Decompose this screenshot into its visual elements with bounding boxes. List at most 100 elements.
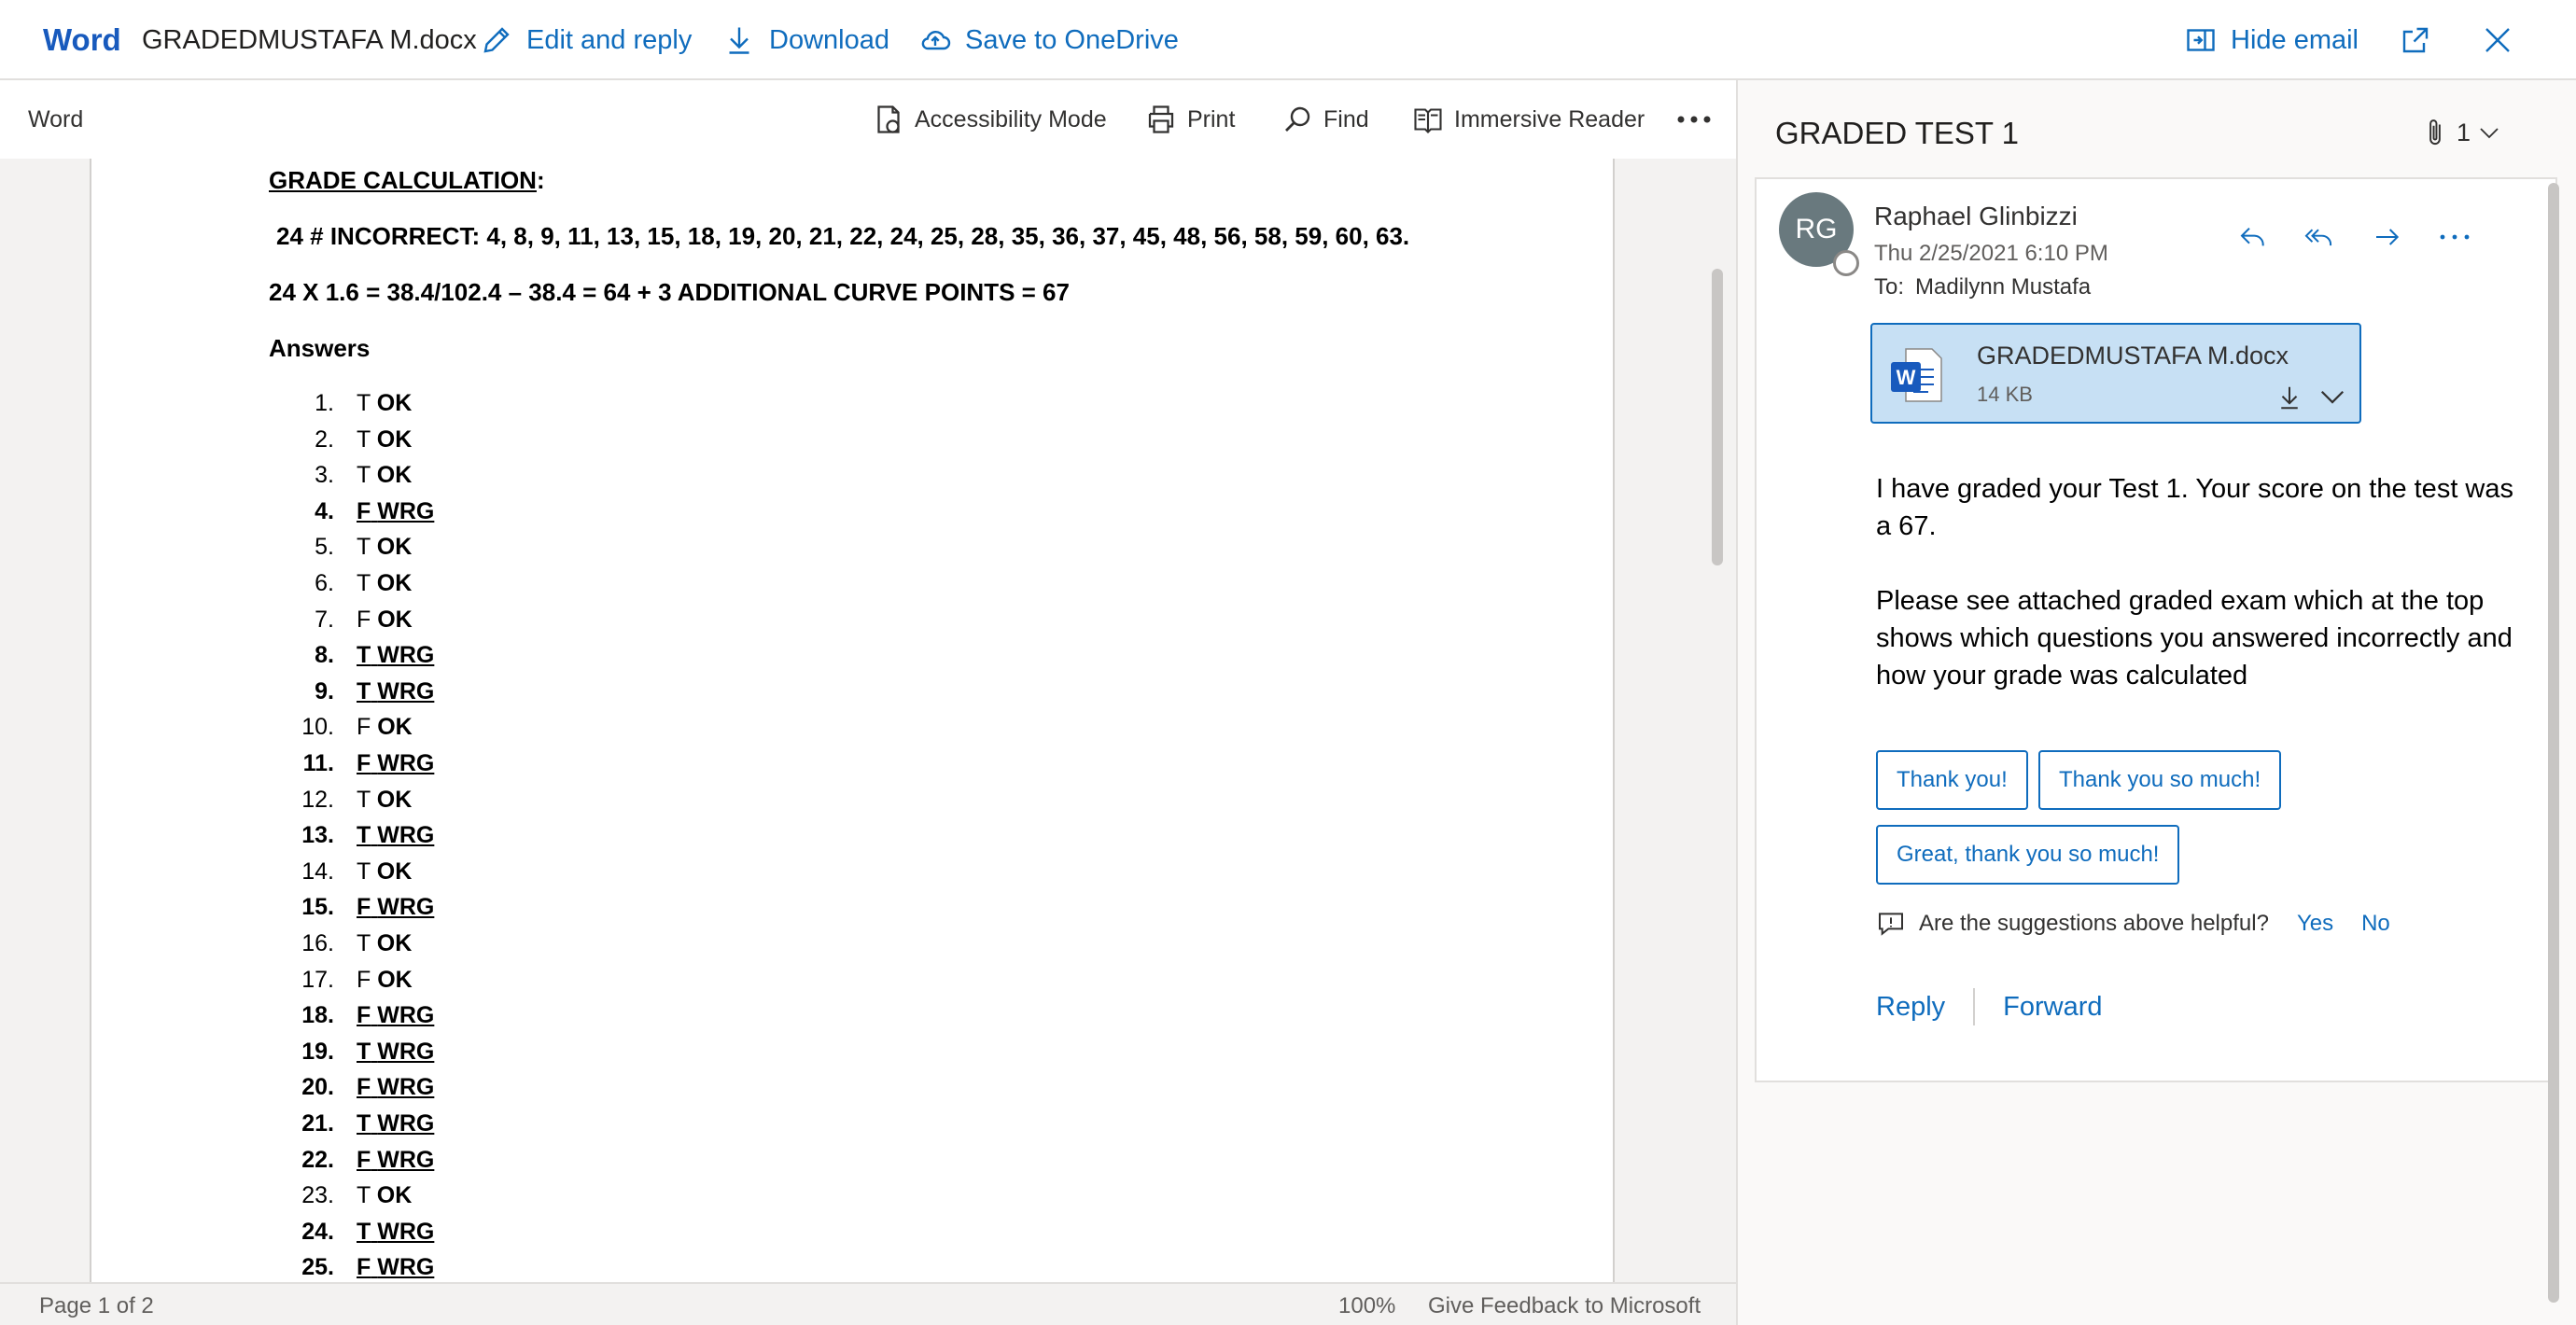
document-page: GRADE CALCULATION: 24 # INCORRECT: 4, 8,… xyxy=(90,159,1615,1282)
attachment-card[interactable]: W GRADEDMUSTAFA M.docx 14 KB xyxy=(1870,323,2361,424)
answer-letter: T xyxy=(357,1182,371,1209)
accessibility-mode-button[interactable]: Accessibility Mode xyxy=(872,80,1107,159)
answer-value: T WRG xyxy=(357,678,434,705)
answer-value: F OK xyxy=(357,967,413,994)
answer-mark: WRG xyxy=(377,1038,435,1065)
answer-letter: T xyxy=(357,1110,371,1137)
cloud-upload-icon xyxy=(921,31,951,50)
answer-letter: F xyxy=(357,1074,371,1101)
helpful-question: Are the suggestions above helpful? xyxy=(1919,911,2269,936)
more-actions-button[interactable] xyxy=(2434,216,2475,258)
email-pane-scrollbar-thumb[interactable] xyxy=(2548,183,2559,1303)
answer-mark: WRG xyxy=(377,894,435,921)
answer-number: 12. xyxy=(301,786,334,813)
zoom-level[interactable]: 100% xyxy=(1338,1293,1395,1319)
answer-mark: WRG xyxy=(377,1074,435,1101)
answer-letter: T xyxy=(357,570,371,596)
more-options-button[interactable] xyxy=(1671,80,1717,159)
answer-letter: T xyxy=(357,858,371,885)
suggested-reply-thank-you-so-much[interactable]: Thank you so much! xyxy=(2038,750,2282,810)
helpful-no-link[interactable]: No xyxy=(2361,911,2390,937)
download-label: Download xyxy=(769,24,889,55)
attachment-size: 14 KB xyxy=(1977,383,2033,406)
hide-email-button[interactable]: Hide email xyxy=(2184,0,2359,80)
answer-value: F OK xyxy=(357,714,413,741)
answer-value: T OK xyxy=(357,858,412,886)
answer-value: T OK xyxy=(357,534,412,561)
edit-and-reply-button[interactable]: Edit and reply xyxy=(480,0,692,80)
answer-number: 24. xyxy=(301,1218,334,1245)
answer-value: T OK xyxy=(357,390,412,417)
hide-pane-icon xyxy=(2187,29,2215,51)
answer-number: 3. xyxy=(315,462,334,489)
word-document-icon: W xyxy=(1891,348,1942,402)
search-icon xyxy=(1285,106,1310,132)
recipient-line: To: Madilynn Mustafa xyxy=(1874,274,2091,300)
svg-text:W: W xyxy=(1897,366,1916,389)
answer-number: 25. xyxy=(301,1254,334,1281)
reply-icon-button[interactable] xyxy=(2233,216,2274,258)
answer-mark: WRG xyxy=(377,1254,435,1281)
close-button[interactable] xyxy=(2479,0,2516,80)
answer-letter: T xyxy=(357,425,371,453)
save-to-onedrive-label: Save to OneDrive xyxy=(965,24,1179,55)
attachment-count-button[interactable]: 1 xyxy=(2421,112,2500,153)
helpful-yes-link[interactable]: Yes xyxy=(2297,911,2333,937)
suggested-reply-thank-you[interactable]: Thank you! xyxy=(1876,750,2028,810)
answer-letter: T xyxy=(357,462,371,489)
answer-letter: T xyxy=(357,534,371,561)
answer-letter: T xyxy=(357,677,371,704)
divider xyxy=(1973,988,1976,1025)
popout-button[interactable] xyxy=(2397,0,2434,80)
find-button[interactable]: Find xyxy=(1281,80,1369,159)
document-title: GRADEDMUSTAFA M.docx xyxy=(142,24,477,55)
reply-all-icon-button[interactable] xyxy=(2298,216,2339,258)
answer-number: 11. xyxy=(302,750,334,776)
recipient-name[interactable]: Madilynn Mustafa xyxy=(1915,274,2091,300)
answer-mark: OK xyxy=(376,858,413,885)
save-to-onedrive-button[interactable]: Save to OneDrive xyxy=(918,0,1179,80)
answer-number: 8. xyxy=(315,642,334,669)
answer-value: T WRG xyxy=(357,1219,434,1246)
ellipsis-icon xyxy=(1677,116,1711,123)
message-date: Thu 2/25/2021 6:10 PM xyxy=(1874,241,2108,266)
accessibility-document-icon xyxy=(877,105,900,133)
accessibility-mode-label: Accessibility Mode xyxy=(915,105,1107,132)
reply-button[interactable]: Reply xyxy=(1876,992,1945,1023)
calculation-line: 24 X 1.6 = 38.4/102.4 – 38.4 = 64 + 3 AD… xyxy=(269,278,1070,306)
feedback-link[interactable]: Give Feedback to Microsoft xyxy=(1428,1293,1701,1319)
answer-letter: T xyxy=(357,1218,371,1245)
message-body: I have graded your Test 1. Your score on… xyxy=(1876,470,2520,732)
document-scrollbar[interactable] xyxy=(1699,159,1736,1282)
answer-number: 23. xyxy=(301,1182,334,1209)
answer-number: 14. xyxy=(301,858,334,885)
answer-letter: F xyxy=(357,894,371,921)
suggestions-feedback: Are the suggestions above helpful? Yes N… xyxy=(1876,905,2390,942)
chevron-down-icon[interactable] xyxy=(2318,386,2346,409)
email-pane-scrollbar[interactable] xyxy=(2548,183,2559,1303)
find-label: Find xyxy=(1323,105,1369,132)
answer-mark: OK xyxy=(377,714,413,741)
answer-letter: F xyxy=(357,750,371,776)
forward-icon-button[interactable] xyxy=(2367,216,2408,258)
answer-value: T WRG xyxy=(357,1039,434,1066)
immersive-reader-button[interactable]: Immersive Reader xyxy=(1411,80,1645,159)
answer-value: T OK xyxy=(357,570,412,597)
document-scrollbar-thumb[interactable] xyxy=(1712,269,1723,565)
close-icon xyxy=(2485,28,2510,52)
answer-letter: T xyxy=(357,390,371,416)
download-button[interactable]: Download xyxy=(722,0,889,80)
answer-mark: OK xyxy=(376,786,413,813)
answer-number: 18. xyxy=(301,1002,334,1029)
download-icon[interactable] xyxy=(2275,383,2303,412)
sender-name[interactable]: Raphael Glinbizzi xyxy=(1874,202,2078,231)
forward-button[interactable]: Forward xyxy=(2003,992,2102,1023)
answer-letter: F xyxy=(357,1146,371,1173)
answer-value: F WRG xyxy=(357,894,434,921)
answer-mark: WRG xyxy=(377,642,435,669)
suggested-reply-great-thank-you[interactable]: Great, thank you so much! xyxy=(1876,825,2180,885)
answer-value: F WRG xyxy=(357,1002,434,1029)
answer-value: T OK xyxy=(357,1182,412,1209)
answer-number: 20. xyxy=(301,1074,334,1101)
print-button[interactable]: Print xyxy=(1144,80,1235,159)
